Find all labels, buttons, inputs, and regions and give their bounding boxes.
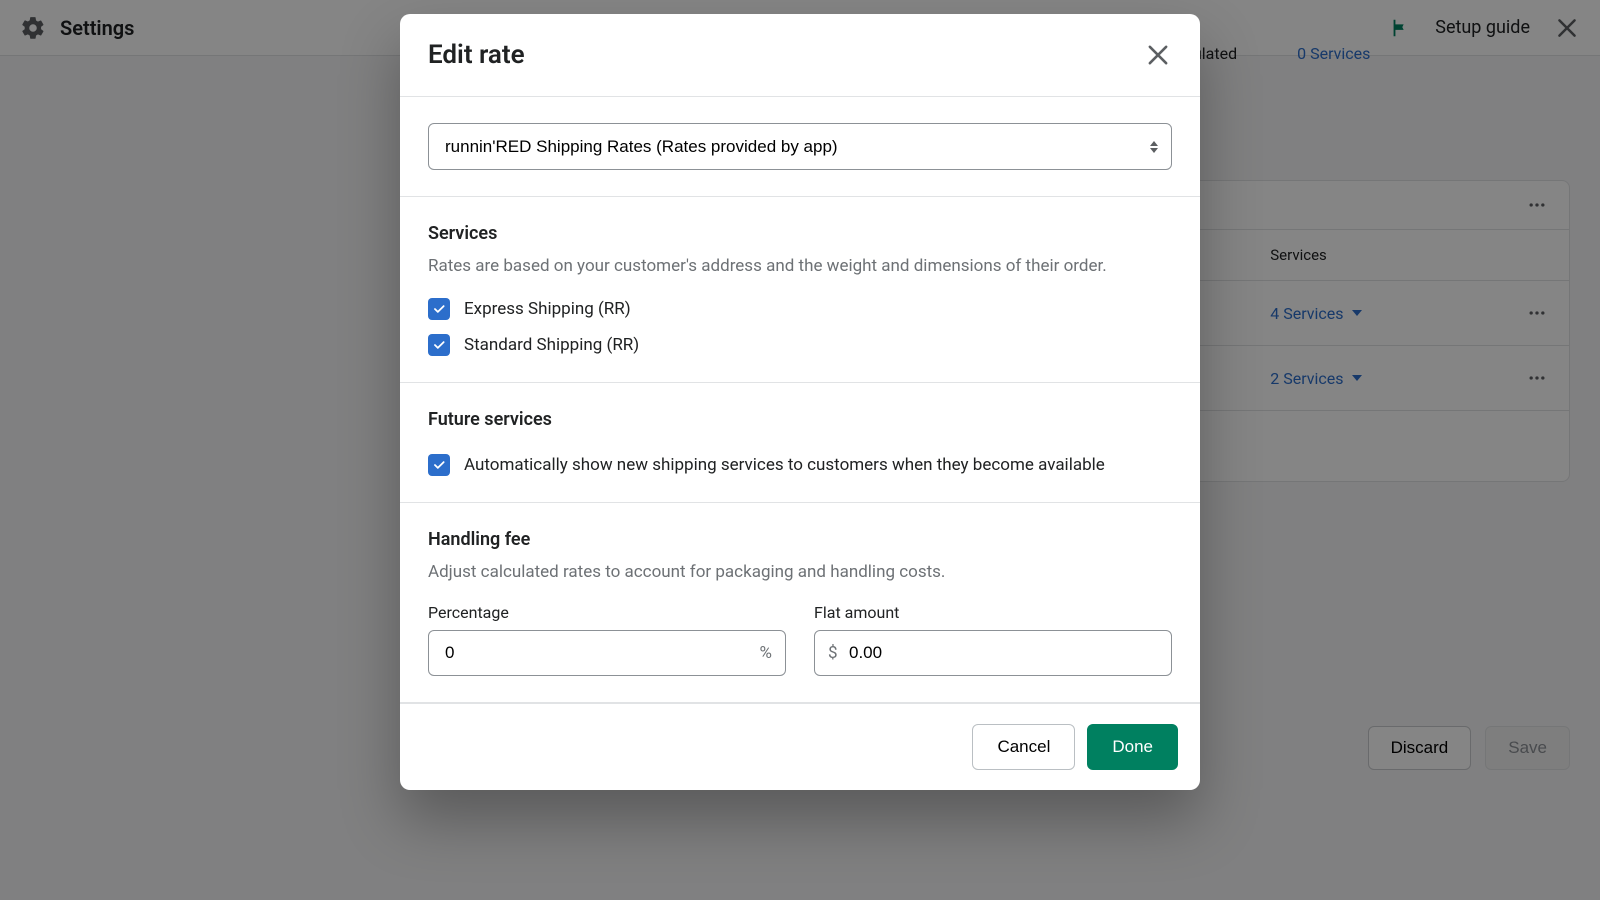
percent-suffix: % — [760, 643, 772, 663]
standard-shipping-label: Standard Shipping (RR) — [464, 335, 639, 355]
standard-shipping-checkbox[interactable] — [428, 334, 450, 356]
rate-provider-select[interactable]: runnin'RED Shipping Rates (Rates provide… — [428, 123, 1172, 170]
percentage-label: Percentage — [428, 603, 786, 622]
future-services-checkbox[interactable] — [428, 454, 450, 476]
future-services-heading: Future services — [428, 409, 1172, 430]
flat-amount-input[interactable] — [814, 630, 1172, 676]
express-shipping-checkbox[interactable] — [428, 298, 450, 320]
cancel-button[interactable]: Cancel — [972, 724, 1075, 770]
dollar-prefix: $ — [828, 643, 838, 663]
flat-amount-label: Flat amount — [814, 603, 1172, 622]
modal-close-button[interactable] — [1144, 41, 1172, 69]
express-shipping-label: Express Shipping (RR) — [464, 299, 631, 319]
handling-fee-heading: Handling fee — [428, 529, 1172, 550]
done-button[interactable]: Done — [1087, 724, 1178, 770]
services-heading: Services — [428, 223, 1172, 244]
handling-fee-description: Adjust calculated rates to account for p… — [428, 560, 1172, 586]
services-description: Rates are based on your customer's addre… — [428, 254, 1172, 280]
edit-rate-modal: Edit rate runnin'RED Shipping Rates (Rat… — [400, 14, 1200, 790]
modal-title: Edit rate — [428, 40, 525, 70]
future-services-label: Automatically show new shipping services… — [464, 455, 1105, 475]
select-caret-icon — [1150, 141, 1158, 153]
percentage-input[interactable] — [428, 630, 786, 676]
